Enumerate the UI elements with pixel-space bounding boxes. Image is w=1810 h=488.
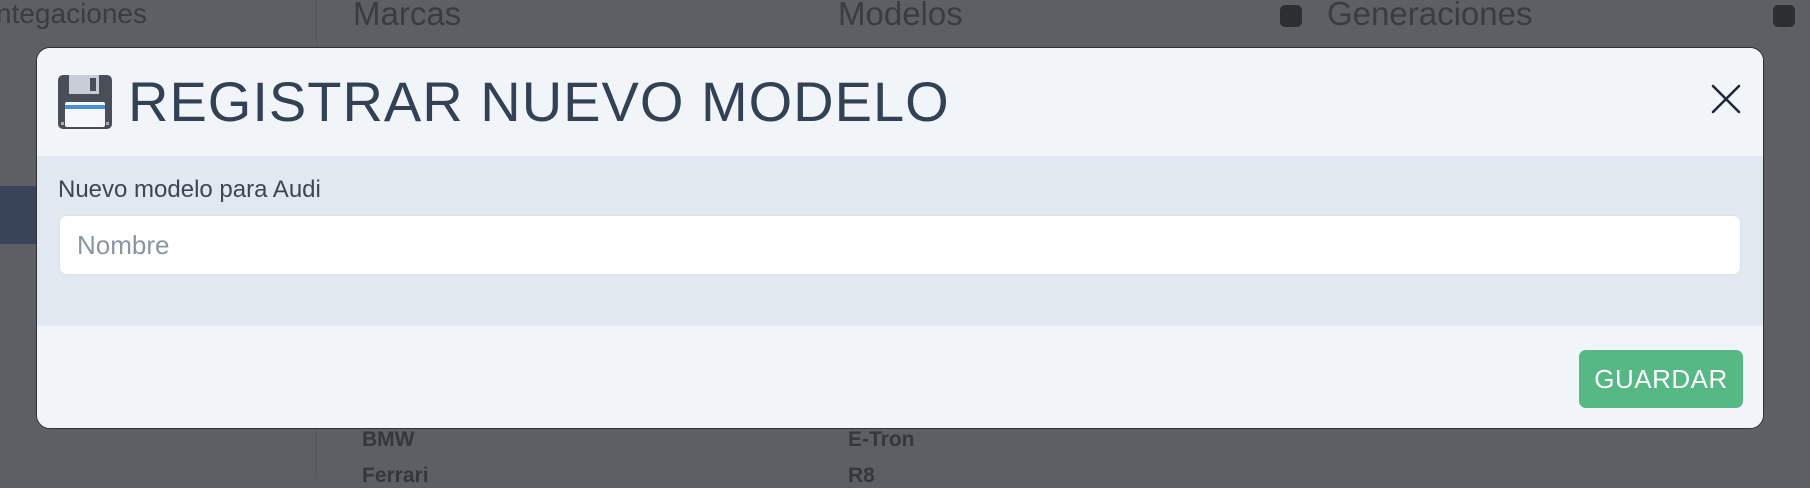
background-tabs: ntegaciones Marcas Modelos Generaciones xyxy=(0,0,1810,34)
background-cell: R8 xyxy=(848,464,875,487)
background-cell: E-Tron xyxy=(848,428,915,451)
modal-header: REGISTRAR NUEVO MODELO xyxy=(37,48,1763,156)
floppy-disk-icon xyxy=(58,75,112,129)
background-sidebar-active xyxy=(0,186,36,244)
modal-title: REGISTRAR NUEVO MODELO xyxy=(128,70,950,133)
modal-footer: GUARDAR xyxy=(37,326,1763,428)
background-tab-modelos: Modelos xyxy=(838,0,963,32)
register-model-modal: REGISTRAR NUEVO MODELO Nuevo modelo para… xyxy=(36,47,1764,429)
field-label: Nuevo modelo para Audi xyxy=(58,176,321,203)
background-cell: Ferrari xyxy=(362,464,429,487)
save-button[interactable]: GUARDAR xyxy=(1579,350,1743,408)
background-sidebar-heading: ntegaciones xyxy=(0,0,148,29)
background-cell: BMW xyxy=(362,428,415,451)
name-input[interactable] xyxy=(59,215,1741,275)
background-tab-generaciones: Generaciones xyxy=(1327,0,1533,32)
background-tab-icon xyxy=(1773,5,1795,27)
modal-body: Nuevo modelo para Audi xyxy=(37,156,1763,326)
close-icon[interactable] xyxy=(1709,82,1743,116)
background-tab-marcas: Marcas xyxy=(353,0,462,32)
background-tab-icon xyxy=(1280,5,1302,27)
